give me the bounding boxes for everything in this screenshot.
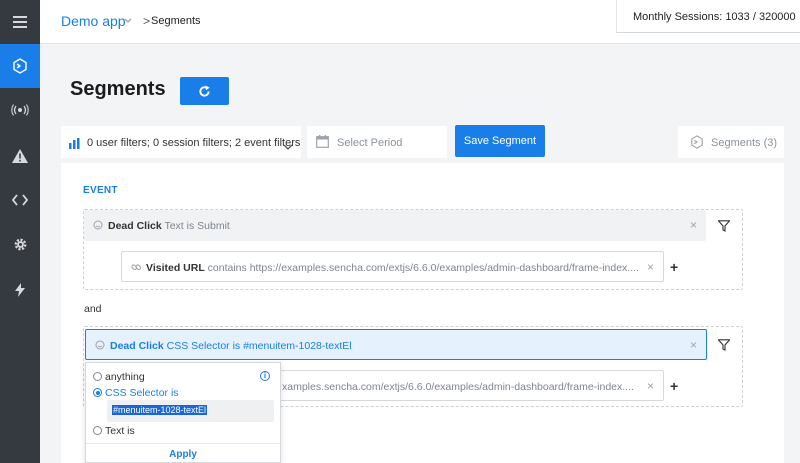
monthly-sessions-text: Monthly Sessions: 1033 / 320000 — [633, 11, 796, 23]
click-icon — [95, 340, 105, 353]
event-op: is — [186, 220, 195, 232]
radio-css-selector[interactable] — [93, 388, 102, 397]
condition-popup: anything i CSS Selector is #menuitem-102… — [85, 362, 281, 463]
segments-nav-icon[interactable] — [0, 44, 40, 88]
click-icon — [93, 220, 103, 233]
refresh-icon — [199, 84, 210, 97]
calendar-icon — [316, 135, 329, 153]
settings-icon[interactable] — [0, 222, 40, 266]
and-connector: and — [84, 303, 102, 315]
event-section-label: EVENT — [83, 185, 118, 196]
lightning-icon[interactable] — [0, 268, 40, 312]
funnel-icon[interactable] — [717, 219, 731, 237]
radio-text-is[interactable] — [93, 426, 102, 435]
apply-button[interactable]: Apply — [86, 449, 280, 460]
link-icon — [131, 262, 142, 276]
save-segment-button[interactable]: Save Segment — [455, 125, 545, 157]
option-text-is-label[interactable]: Text is — [105, 425, 135, 437]
bar-chart-icon — [69, 136, 81, 154]
page-title: Segments — [70, 78, 166, 100]
breadcrumb-separator: > — [143, 14, 151, 28]
top-header: Demo app > Segments Monthly Sessions: 10… — [40, 0, 800, 44]
filters-summary: 0 user filters; 0 session filters; 2 eve… — [87, 137, 301, 149]
warning-icon[interactable] — [0, 134, 40, 178]
info-icon[interactable]: i — [260, 371, 270, 381]
event-attr: CSS Selector — [166, 340, 230, 352]
event-op: is — [232, 340, 241, 352]
app-switcher[interactable]: Demo app — [61, 13, 126, 29]
close-icon[interactable]: × — [647, 260, 654, 274]
refresh-button[interactable] — [180, 77, 229, 105]
sub-event-op: contains — [207, 262, 247, 274]
chevron-down-icon[interactable] — [124, 16, 132, 27]
menu-icon[interactable] — [0, 0, 40, 44]
event-type: Dead Click — [108, 220, 162, 232]
event-condition-2[interactable]: Dead Click CSS Selector is #menuitem-102… — [85, 329, 707, 360]
sub-event-value: xamples.sencha.com/extjs/6.6.0/examples/… — [282, 381, 634, 393]
monthly-sessions: Monthly Sessions: 1033 / 320000 — [616, 0, 800, 33]
option-anything-label[interactable]: anything — [105, 371, 145, 383]
add-subcondition-button[interactable]: + — [670, 259, 678, 275]
period-placeholder: Select Period — [337, 137, 403, 149]
event-subcondition-1[interactable]: Visited URL contains https://examples.se… — [121, 251, 664, 282]
css-selector-input[interactable]: #menuitem-1028-textEl — [107, 400, 274, 422]
option-css-selector-label[interactable]: CSS Selector is — [105, 387, 179, 399]
close-icon[interactable]: × — [647, 379, 654, 393]
close-icon[interactable]: × — [690, 338, 697, 352]
divider — [86, 443, 280, 444]
event-value: #menuitem-1028-textEl — [243, 340, 352, 352]
sidebar — [0, 0, 40, 463]
filters-dropdown[interactable]: 0 user filters; 0 session filters; 2 eve… — [61, 126, 301, 158]
chevron-down-icon — [283, 138, 293, 156]
breadcrumb-current: Segments — [151, 15, 201, 27]
event-condition-1[interactable]: Dead Click Text is Submit × — [84, 210, 706, 241]
funnel-icon[interactable] — [717, 338, 731, 356]
segments-count: Segments (3) — [711, 137, 778, 149]
segments-list-button[interactable]: Segments (3) — [678, 126, 784, 158]
close-icon[interactable]: × — [690, 218, 697, 232]
broadcast-icon[interactable] — [0, 88, 40, 132]
segment-icon — [690, 135, 704, 154]
sub-event-value: https://examples.sencha.com/extjs/6.6.0/… — [249, 262, 639, 274]
css-selector-value: #menuitem-1028-textEl — [112, 405, 208, 415]
radio-anything[interactable] — [93, 372, 102, 381]
event-attr: Text — [164, 220, 184, 232]
add-subcondition-button[interactable]: + — [670, 378, 678, 394]
period-picker[interactable]: Select Period — [307, 126, 447, 158]
event-value: Submit — [197, 220, 230, 232]
event-type: Dead Click — [110, 340, 164, 352]
sub-event-type: Visited URL — [146, 262, 205, 274]
code-icon[interactable] — [0, 178, 40, 222]
